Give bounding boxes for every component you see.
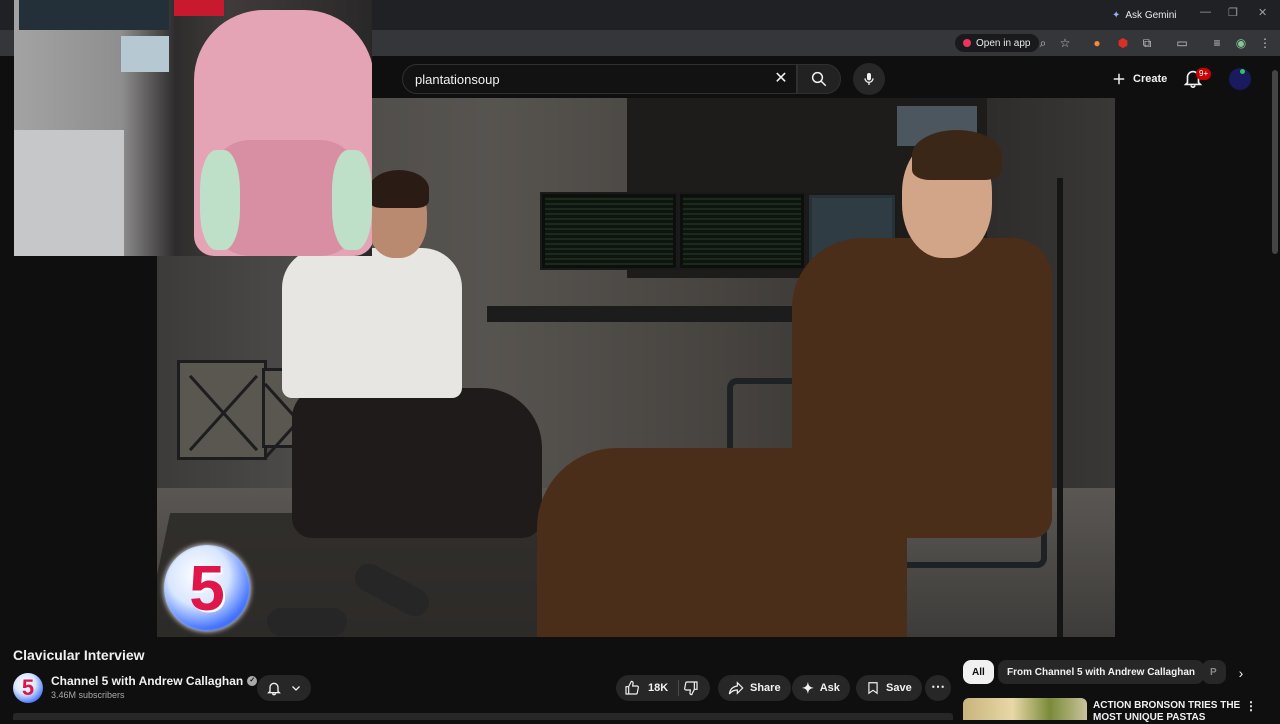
search-button[interactable] bbox=[797, 64, 841, 94]
sparkle-icon: ✦ bbox=[802, 679, 814, 696]
extension-icon[interactable]: ● bbox=[1090, 36, 1104, 50]
ask-gemini-button[interactable]: ✦ Ask Gemini bbox=[1106, 6, 1183, 24]
subscription-notifications-button[interactable] bbox=[257, 675, 311, 701]
close-window-icon[interactable]: ✕ bbox=[1258, 6, 1267, 19]
zoom-icon[interactable]: ⌕ bbox=[1036, 36, 1050, 50]
video-person-left-hair bbox=[369, 170, 429, 208]
search-input[interactable]: plantationsoup bbox=[402, 64, 797, 94]
video-person-left-shoe bbox=[267, 608, 347, 636]
more-actions-button[interactable]: ⋯ bbox=[925, 675, 951, 701]
channel-name-link[interactable]: Channel 5 with Andrew Callaghan ✓ bbox=[51, 674, 258, 688]
extension-shield-icon[interactable]: ⬢ bbox=[1116, 36, 1130, 50]
chip-all[interactable]: All bbox=[963, 660, 994, 684]
media-controls-icon[interactable]: ≡ bbox=[1210, 36, 1224, 50]
extensions-puzzle-icon[interactable]: ⧉ bbox=[1140, 36, 1154, 50]
search-icon bbox=[811, 71, 827, 87]
recommended-menu-icon[interactable]: ⋮ bbox=[1245, 699, 1257, 713]
dislike-button[interactable] bbox=[683, 675, 699, 701]
video-scene-monitor bbox=[540, 192, 678, 270]
gemini-icon: ✦ bbox=[1112, 9, 1121, 21]
cast-icon[interactable]: ▭ bbox=[1175, 36, 1189, 50]
verified-badge-icon: ✓ bbox=[247, 676, 258, 686]
webcam-overlay bbox=[14, 0, 372, 256]
webcam-tv bbox=[19, 0, 169, 30]
microphone-icon bbox=[864, 73, 874, 85]
minimize-icon[interactable]: — bbox=[1200, 6, 1211, 18]
search-query: plantationsoup bbox=[415, 71, 500, 87]
open-in-app-button[interactable]: Open in app bbox=[955, 34, 1039, 52]
bookmark-icon bbox=[868, 682, 878, 695]
webcam-chair-ear bbox=[332, 150, 372, 250]
save-button[interactable]: Save bbox=[856, 675, 922, 701]
video-title: Clavicular Interview bbox=[13, 647, 145, 663]
channel-avatar[interactable]: 5 bbox=[13, 673, 43, 703]
like-count: 18K bbox=[648, 682, 669, 694]
notification-count-badge: 9+ bbox=[1196, 68, 1212, 80]
like-dislike-group: 18K bbox=[616, 675, 710, 701]
video-person-right-hair bbox=[912, 130, 1002, 180]
video-person-left-shirt bbox=[282, 248, 462, 398]
account-avatar[interactable] bbox=[1229, 68, 1251, 90]
ask-label: Ask bbox=[819, 682, 840, 694]
recommended-thumbnail[interactable] bbox=[963, 698, 1087, 720]
share-button[interactable]: Share bbox=[718, 675, 791, 701]
channel5-logo-watermark: 5 bbox=[164, 545, 250, 631]
like-divider bbox=[678, 680, 679, 696]
open-in-app-label: Open in app bbox=[976, 37, 1031, 49]
thumbs-down-icon bbox=[684, 681, 698, 696]
bookmark-star-icon[interactable]: ☆ bbox=[1058, 36, 1072, 50]
bell-icon bbox=[267, 682, 281, 696]
browser-menu-icon[interactable]: ⋮ bbox=[1258, 36, 1272, 50]
channel-name: Channel 5 with Andrew Callaghan bbox=[51, 674, 244, 688]
clear-search-icon[interactable]: ✕ bbox=[772, 70, 790, 88]
recommended-title[interactable]: ACTION BRONSON TRIES THE MOST UNIQUE PAS… bbox=[1093, 700, 1243, 724]
channel5-logo-digit: 5 bbox=[189, 552, 225, 624]
video-scene-side-table bbox=[177, 360, 267, 460]
ask-button[interactable]: ✦ Ask bbox=[792, 675, 850, 701]
webcam-bed bbox=[14, 130, 124, 256]
description-box[interactable] bbox=[13, 713, 953, 720]
video-scene-tripod bbox=[1057, 178, 1063, 637]
chip-truncated[interactable]: P bbox=[1202, 660, 1226, 684]
profile-icon[interactable]: ◉ bbox=[1234, 36, 1248, 50]
subscriber-count: 3.46M subscribers bbox=[51, 690, 125, 700]
create-button[interactable]: Create bbox=[1104, 65, 1175, 93]
share-label: Share bbox=[750, 682, 781, 694]
channel-avatar-digit: 5 bbox=[21, 675, 35, 700]
chevron-down-icon bbox=[292, 686, 300, 691]
page-scrollbar[interactable] bbox=[1272, 70, 1278, 254]
thumbs-up-icon bbox=[625, 680, 639, 695]
chip-from-channel[interactable]: From Channel 5 with Andrew Callaghan bbox=[998, 660, 1204, 684]
webcam-red-object bbox=[174, 0, 224, 16]
restore-icon[interactable]: ❐ bbox=[1228, 6, 1238, 19]
save-label: Save bbox=[886, 682, 912, 694]
share-arrow-icon bbox=[728, 681, 744, 695]
chevron-right-icon[interactable]: › bbox=[1233, 665, 1249, 681]
webcam-poster bbox=[121, 36, 169, 72]
video-scene-monitor bbox=[678, 192, 806, 270]
webcam-chair-ear bbox=[200, 150, 240, 250]
create-label: Create bbox=[1133, 73, 1168, 85]
like-button[interactable]: 18K bbox=[624, 675, 668, 701]
video-person-right-suit bbox=[792, 238, 1052, 538]
ask-gemini-label: Ask Gemini bbox=[1125, 9, 1177, 21]
video-person-left-legs bbox=[292, 388, 542, 538]
youtube-app-icon bbox=[963, 39, 971, 47]
plus-icon bbox=[1113, 73, 1125, 85]
voice-search-button[interactable] bbox=[853, 63, 885, 95]
